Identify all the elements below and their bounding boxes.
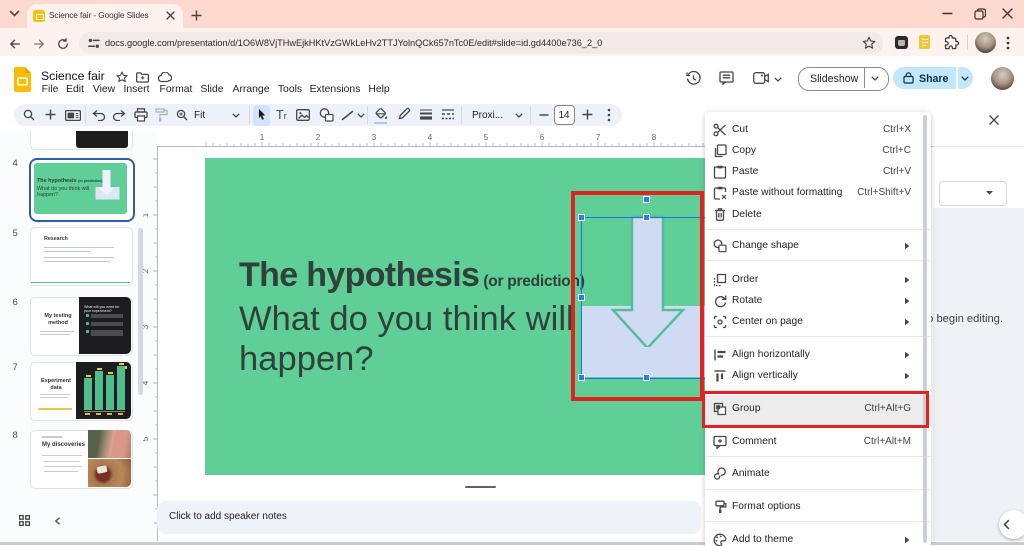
svg-text:2: 2 [316, 133, 321, 142]
svg-text:3: 3 [143, 324, 150, 329]
svg-text:4: 4 [428, 133, 433, 142]
svg-text:3: 3 [372, 133, 377, 142]
svg-text:1: 1 [143, 212, 150, 217]
svg-text:7: 7 [596, 133, 601, 142]
svg-text:6: 6 [540, 133, 545, 142]
svg-text:2: 2 [143, 268, 150, 273]
svg-text:5: 5 [484, 133, 489, 142]
svg-text:8: 8 [652, 133, 657, 142]
svg-text:5: 5 [143, 436, 150, 441]
svg-text:4: 4 [143, 380, 150, 385]
svg-text:1: 1 [260, 133, 265, 142]
